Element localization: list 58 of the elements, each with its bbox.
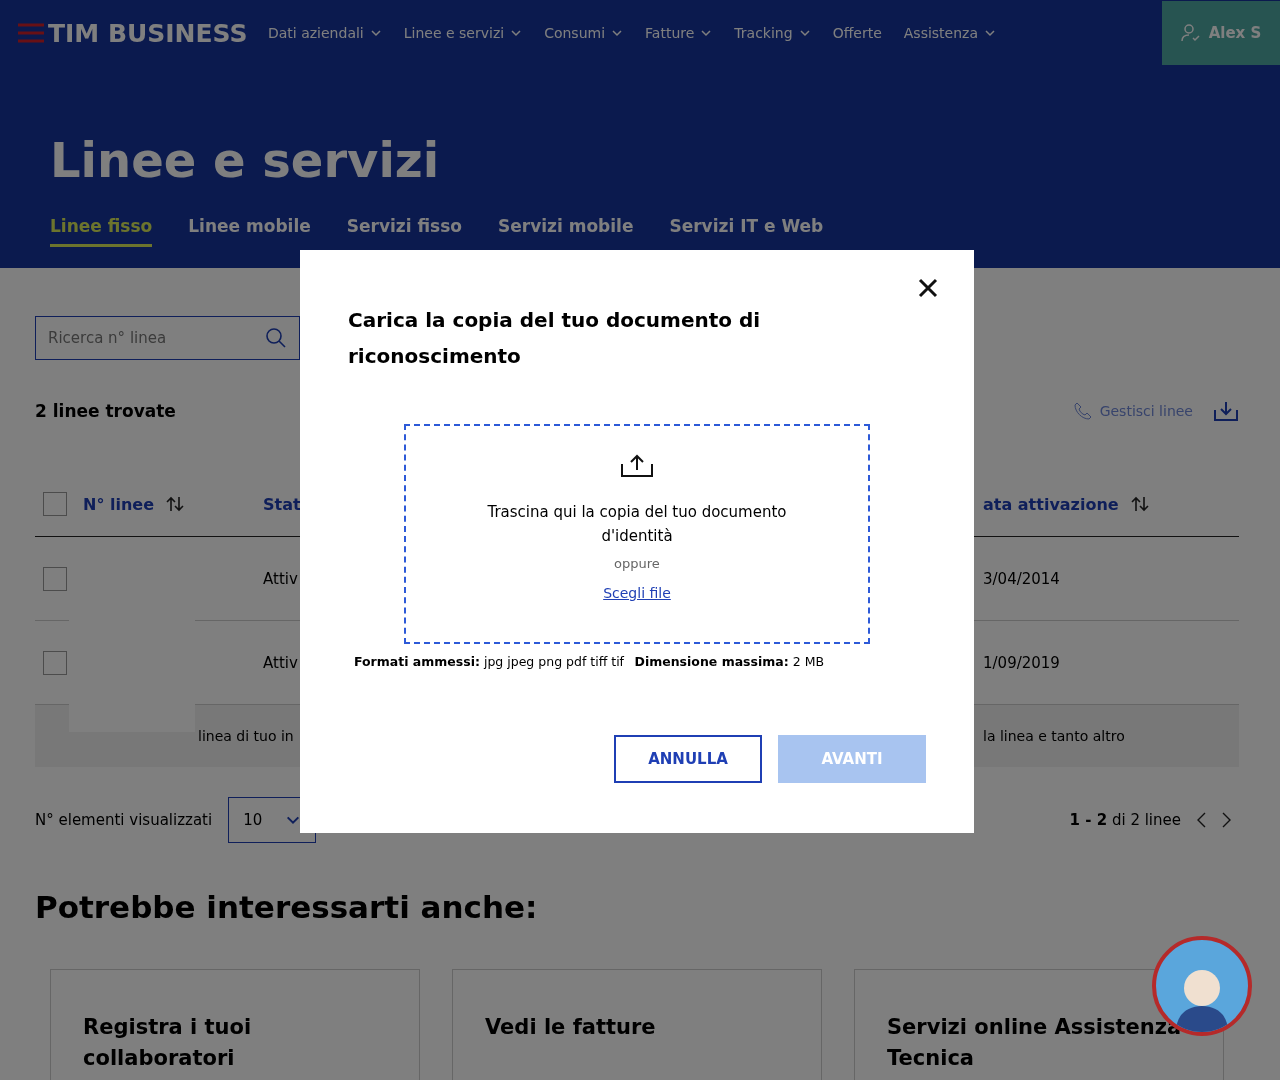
table-cell: 3/04/2014 <box>983 569 1060 588</box>
upload-icon <box>620 454 654 478</box>
close-icon <box>918 278 938 298</box>
next-page-icon[interactable] <box>1221 812 1233 828</box>
nav-link[interactable]: Tracking <box>734 25 811 41</box>
tab[interactable]: Servizi mobile <box>498 216 634 247</box>
link-card[interactable]: Vedi le fatture <box>452 969 822 1080</box>
formats-text: Formati ammessi: jpg jpeg png pdf tiff tif <box>354 654 625 669</box>
search-icon <box>265 327 287 349</box>
row-checkbox[interactable] <box>43 566 67 591</box>
info-text: linea di tuo in <box>198 728 294 744</box>
phone-icon <box>1073 402 1092 420</box>
section-title: Potrebbe interessarti anche: <box>35 889 539 925</box>
chevron-down-icon <box>369 27 382 39</box>
chevron-down-icon <box>510 27 523 39</box>
sort-icon[interactable] <box>166 496 185 512</box>
download-icon[interactable] <box>1213 400 1239 422</box>
nav-link[interactable]: Assistenza <box>903 25 997 41</box>
column-header[interactable]: ata attivazione <box>983 494 1239 514</box>
table-cell: 1/09/2019 <box>983 653 1060 672</box>
tab[interactable]: Servizi fisso <box>346 216 462 247</box>
nav-link[interactable]: Offerte <box>832 25 882 41</box>
page-title: Linee e servizi <box>50 132 441 188</box>
nav-link[interactable]: Fatture <box>645 25 713 41</box>
tab[interactable]: Linee fisso <box>50 216 153 247</box>
previous-page-icon[interactable] <box>1195 812 1207 828</box>
logo-stripes-icon <box>18 23 44 43</box>
or-text: oppure <box>614 556 660 571</box>
page-size-label: N° elementi visualizzati <box>35 811 213 829</box>
search-field[interactable]: Ricerca n° linea <box>35 316 300 360</box>
sort-icon[interactable] <box>1130 496 1149 512</box>
table-cell: Attiv <box>263 569 298 588</box>
table-cell: Attiv <box>263 653 298 672</box>
nav-link[interactable]: Linee e servizi <box>403 25 523 41</box>
info-text: la linea e tanto altro <box>983 728 1125 744</box>
nav-link[interactable]: Consumi <box>544 25 624 41</box>
user-icon <box>1180 24 1201 42</box>
results-count: 2 linee trovate <box>35 401 176 421</box>
dialog-title: Carica la copia del tuo documento di riconoscimento <box>348 307 762 370</box>
cancel-button[interactable]: ANNULLA <box>614 735 762 783</box>
chevron-down-icon <box>984 27 997 39</box>
chevron-down-icon <box>700 27 713 39</box>
choose-file-link[interactable]: Scegli file <box>603 585 671 601</box>
drop-text: Trascina qui la copia del tuo documento d'identità <box>486 502 788 547</box>
nav-link[interactable]: Dati aziendali <box>268 25 382 41</box>
logo-text: TIM BUSINESS <box>48 18 248 48</box>
drop-zone[interactable]: Trascina qui la copia del tuo documento d'identità oppure Scegli file <box>404 424 870 644</box>
checkbox[interactable] <box>43 492 67 516</box>
column-header[interactable]: N° linee <box>83 494 263 514</box>
chevron-down-icon <box>798 27 811 39</box>
user-button[interactable]: Alex S <box>1162 1 1280 65</box>
chevron-down-icon <box>611 27 624 39</box>
link-card[interactable]: Registra i tuoi collaboratori <box>50 969 420 1080</box>
max-size-text: Dimensione massima: 2 MB <box>634 654 824 669</box>
row-checkbox[interactable] <box>43 650 67 675</box>
pagination-text: 1 - 2 di 2 linee <box>1069 811 1181 829</box>
tab[interactable]: Servizi IT e Web <box>669 216 824 247</box>
tab[interactable]: Linee mobile <box>188 216 311 247</box>
